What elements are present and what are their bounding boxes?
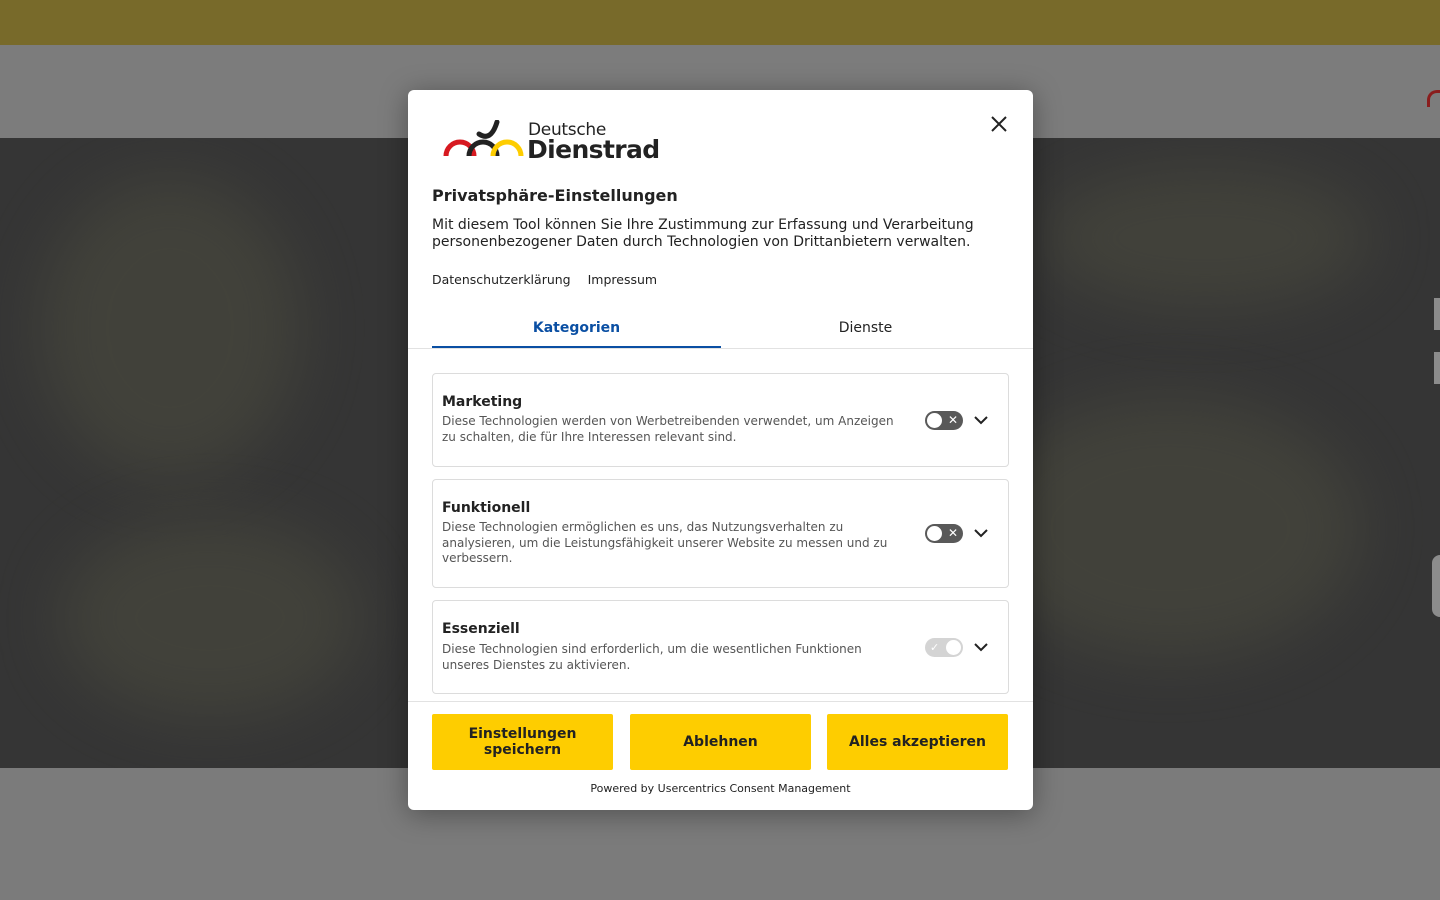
toggle-knob xyxy=(927,526,942,541)
logo-text-dienstrad: Dienstrad xyxy=(527,135,660,164)
category-title: Funktionell xyxy=(442,500,531,516)
save-settings-button[interactable]: Einstellungen speichern xyxy=(432,714,613,770)
tab-categories[interactable]: Kategorien xyxy=(432,315,721,348)
category-description: Diese Technologien werden von Werbetreib… xyxy=(442,414,894,444)
close-button[interactable] xyxy=(987,112,1011,136)
close-icon xyxy=(991,116,1007,132)
tab-services[interactable]: Dienste xyxy=(721,315,1010,348)
deny-button[interactable]: Ablehnen xyxy=(630,714,811,770)
category-card-marketing: Marketing Diese Technologien werden von … xyxy=(432,373,1009,467)
imprint-link[interactable]: Impressum xyxy=(588,272,657,287)
toggle-off-icon: ✕ xyxy=(947,413,958,427)
category-title: Marketing xyxy=(442,394,523,410)
dialog-title: Privatsphäre-Einstellungen xyxy=(432,186,678,205)
toggle-on-icon: ✓ xyxy=(930,641,940,654)
deutsche-dienstrad-logo: Deutsche Dienstrad xyxy=(443,120,663,164)
tab-bar: Kategorien Dienste xyxy=(432,315,1009,348)
category-description: Diese Technologien sind erforderlich, um… xyxy=(442,642,862,672)
privacy-policy-link[interactable]: Datenschutzerklärung xyxy=(432,272,571,287)
category-card-functional: Funktionell Diese Technologien ermöglich… xyxy=(432,479,1009,588)
dialog-description: Mit diesem Tool können Sie Ihre Zustimmu… xyxy=(432,217,974,250)
chevron-down-icon[interactable] xyxy=(973,412,989,428)
background-top-bar xyxy=(0,0,1440,45)
background-logo-fragment xyxy=(1427,90,1440,107)
logo-mark-icon xyxy=(443,120,524,157)
footer-divider xyxy=(408,701,1033,702)
background-heading-fragment xyxy=(1434,352,1440,384)
toggle-off-icon: ✕ xyxy=(947,526,958,540)
accept-all-button[interactable]: Alles akzeptieren xyxy=(827,714,1008,770)
toggle-knob xyxy=(927,413,942,428)
powered-by-text: Powered by Usercentrics Consent Manageme… xyxy=(590,782,851,795)
background-button-fragment xyxy=(1432,555,1440,617)
category-title: Essenziell xyxy=(442,621,520,637)
tab-divider xyxy=(408,348,1033,349)
legal-links: Datenschutzerklärung Impressum xyxy=(432,272,670,287)
chevron-down-icon[interactable] xyxy=(973,639,989,655)
category-card-essential: Essenziell Diese Technologien sind erfor… xyxy=(432,600,1009,694)
background-heading-fragment xyxy=(1434,298,1440,330)
privacy-settings-dialog: Deutsche Dienstrad Privatsphäre-Einstell… xyxy=(408,90,1033,810)
chevron-down-icon[interactable] xyxy=(973,525,989,541)
toggle-knob xyxy=(946,640,961,655)
functional-toggle[interactable]: ✕ xyxy=(925,524,963,543)
essential-toggle: ✓ xyxy=(925,638,963,657)
marketing-toggle[interactable]: ✕ xyxy=(925,411,963,430)
category-description: Diese Technologien ermöglichen es uns, d… xyxy=(442,520,888,565)
